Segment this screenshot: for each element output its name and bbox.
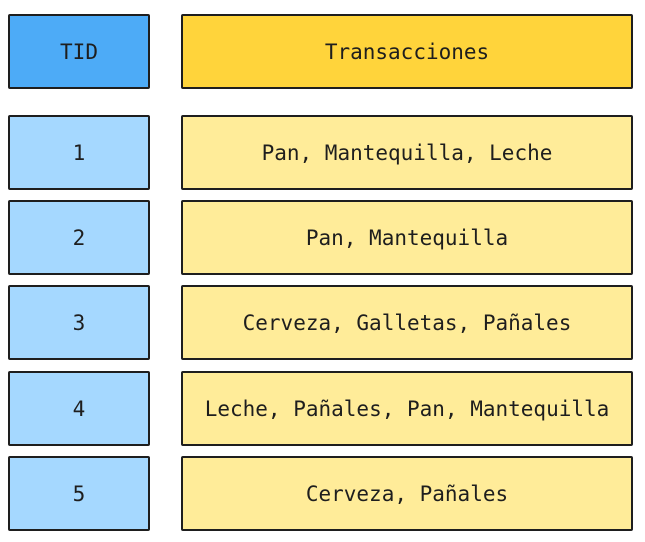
tid-cell: 5 bbox=[8, 456, 150, 531]
transactions-header-label: Transacciones bbox=[324, 39, 490, 64]
transaction-items: Pan, Mantequilla bbox=[305, 225, 509, 250]
transaction-cell: Leche, Pañales, Pan, Mantequilla bbox=[181, 371, 633, 446]
tid-value: 5 bbox=[72, 481, 86, 506]
tid-cell: 4 bbox=[8, 371, 150, 446]
transaction-cell: Cerveza, Galletas, Pañales bbox=[181, 285, 633, 360]
transaction-items: Cerveza, Pañales bbox=[305, 481, 509, 506]
tid-value: 2 bbox=[72, 225, 86, 250]
tid-value: 1 bbox=[72, 140, 86, 165]
tid-header-label: TID bbox=[60, 39, 98, 64]
tid-header: TID bbox=[8, 14, 150, 89]
tid-value: 4 bbox=[72, 396, 86, 421]
transaction-cell: Pan, Mantequilla bbox=[181, 200, 633, 275]
tid-cell: 3 bbox=[8, 285, 150, 360]
transaction-cell: Cerveza, Pañales bbox=[181, 456, 633, 531]
transaction-items: Pan, Mantequilla, Leche bbox=[261, 140, 553, 165]
tid-value: 3 bbox=[72, 310, 86, 335]
transactions-header: Transacciones bbox=[181, 14, 633, 89]
transaction-cell: Pan, Mantequilla, Leche bbox=[181, 115, 633, 190]
transaction-items: Leche, Pañales, Pan, Mantequilla bbox=[204, 396, 610, 421]
tid-cell: 1 bbox=[8, 115, 150, 190]
transaction-items: Cerveza, Galletas, Pañales bbox=[242, 310, 572, 335]
tid-cell: 2 bbox=[8, 200, 150, 275]
